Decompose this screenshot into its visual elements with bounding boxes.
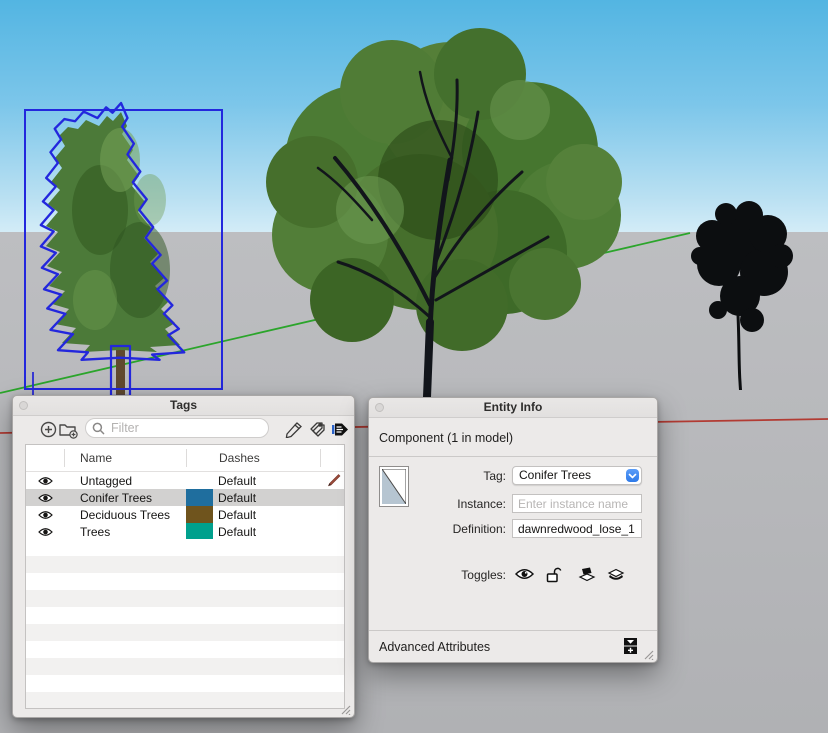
add-tag-folder-button[interactable] <box>57 418 79 440</box>
visibility-toggle[interactable] <box>26 510 64 520</box>
hide-toggle[interactable] <box>514 564 534 584</box>
entity-info-panel: Entity Info Component (1 in model) Tag: … <box>368 397 658 663</box>
separator <box>369 630 657 631</box>
details-arrow-icon <box>331 421 350 438</box>
circle-plus-icon <box>40 421 57 438</box>
folder-plus-icon <box>58 420 79 439</box>
tag-label: Tag: <box>483 469 506 483</box>
unlocked-padlock-icon <box>546 566 562 583</box>
entity-summary: Component (1 in model) <box>379 431 513 445</box>
instance-input[interactable] <box>512 494 642 513</box>
tag-name[interactable]: Deciduous Trees <box>64 508 186 522</box>
tag-row-untagged[interactable]: Untagged Default <box>26 472 344 489</box>
tag-dashes[interactable]: Default <box>213 491 320 505</box>
toggles-label: Toggles: <box>461 568 506 582</box>
pencil-icon <box>326 473 341 488</box>
toggles-row: Toggles: <box>369 564 657 584</box>
search-icon <box>92 422 105 435</box>
instance-label: Instance: <box>457 497 506 511</box>
column-header-dashes[interactable]: Dashes <box>219 451 260 465</box>
details-button[interactable] <box>329 418 351 440</box>
resize-grip[interactable] <box>642 648 654 660</box>
resize-grip[interactable] <box>339 703 351 715</box>
active-tag-indicator[interactable] <box>320 473 345 488</box>
tags-titlebar[interactable]: Tags <box>13 396 354 416</box>
tag-dashes[interactable]: Default <box>213 508 320 522</box>
visibility-toggle[interactable] <box>26 476 64 486</box>
dropdown-chevron-button[interactable] <box>626 469 639 482</box>
definition-field-row: Definition: <box>369 519 657 538</box>
add-tag-button[interactable] <box>37 418 59 440</box>
cast-shadows-toggle[interactable] <box>606 564 626 584</box>
tags-stack-button[interactable] <box>306 418 328 440</box>
tags-panel: Tags <box>12 395 355 718</box>
entity-info-title: Entity Info <box>484 400 543 414</box>
tag-color-swatch[interactable] <box>186 506 213 523</box>
tag-color-swatch[interactable] <box>186 472 213 489</box>
tag-dropdown-value: Conifer Trees <box>519 467 626 484</box>
pencil-tag-icon <box>284 421 303 438</box>
empty-rows <box>26 539 344 708</box>
close-button[interactable] <box>375 403 384 412</box>
tag-dropdown[interactable]: Conifer Trees <box>512 466 642 485</box>
tags-list-header[interactable]: Name Dashes <box>26 445 344 472</box>
close-button[interactable] <box>19 401 28 410</box>
tag-row-conifer-trees[interactable]: Conifer Trees Default <box>26 489 344 506</box>
tag-color-swatch[interactable] <box>186 489 213 506</box>
instance-field-row: Instance: <box>369 494 657 513</box>
expand-advanced-button[interactable] <box>623 637 638 655</box>
separator <box>369 456 657 457</box>
column-header-name[interactable]: Name <box>80 451 112 465</box>
tags-icon <box>307 420 327 438</box>
advanced-attributes-label: Advanced Attributes <box>379 640 490 654</box>
tag-field-row: Tag: Conifer Trees <box>369 466 657 485</box>
entity-info-titlebar[interactable]: Entity Info <box>369 398 657 418</box>
tag-dashes[interactable]: Default <box>213 474 320 488</box>
eye-icon <box>38 510 53 520</box>
tags-list: Name Dashes Untagged Default <box>25 444 345 709</box>
cast-shadows-icon <box>607 566 625 582</box>
filter-search-field[interactable] <box>85 418 269 438</box>
lock-toggle[interactable] <box>544 564 564 584</box>
chevron-down-icon <box>628 473 637 479</box>
definition-label: Definition: <box>453 522 506 536</box>
tag-name[interactable]: Conifer Trees <box>64 491 186 505</box>
filter-input[interactable] <box>109 420 262 436</box>
tag-dashes[interactable]: Default <box>213 525 320 539</box>
edit-tag-button[interactable] <box>282 418 304 440</box>
tag-name[interactable]: Trees <box>64 525 186 539</box>
eye-icon <box>38 476 53 486</box>
visibility-toggle[interactable] <box>26 527 64 537</box>
tag-row-trees[interactable]: Trees Default <box>26 523 344 540</box>
tags-toolbar <box>13 415 354 443</box>
tags-panel-title: Tags <box>170 398 197 412</box>
eye-icon <box>38 527 53 537</box>
tag-name[interactable]: Untagged <box>64 474 186 488</box>
sketchup-window: Tags <box>0 0 828 733</box>
receive-shadows-toggle[interactable] <box>577 564 597 584</box>
eye-icon <box>38 493 53 503</box>
definition-input[interactable] <box>512 519 642 538</box>
visibility-toggle[interactable] <box>26 493 64 503</box>
eye-icon <box>515 568 534 580</box>
tag-row-deciduous-trees[interactable]: Deciduous Trees Default <box>26 506 344 523</box>
receive-shadows-icon <box>578 566 596 582</box>
tag-color-swatch[interactable] <box>186 523 213 540</box>
